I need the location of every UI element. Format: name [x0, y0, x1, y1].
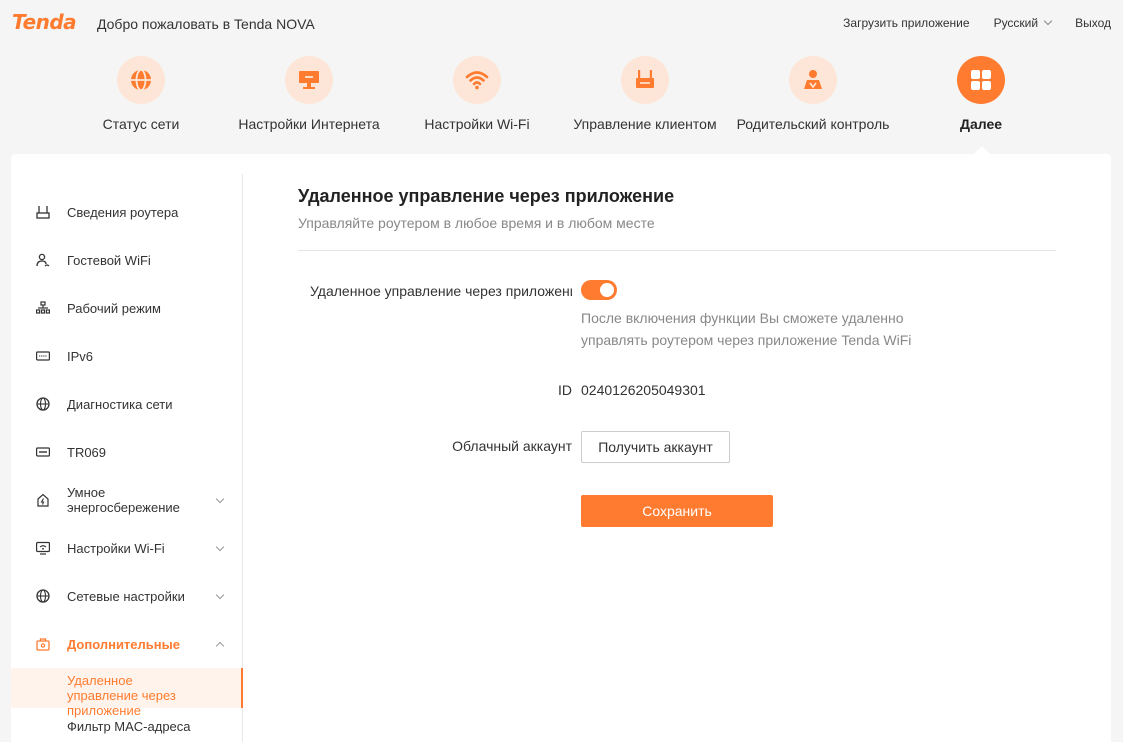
chevron-down-icon [215, 542, 225, 551]
advanced-icon [36, 638, 50, 651]
router-small-icon [36, 206, 50, 219]
sidebar-item-network-settings[interactable]: Сетевые настройки [11, 572, 243, 620]
sidebar-item-router-info[interactable]: Сведения роутера [11, 188, 243, 236]
sidebar-item-advanced[interactable]: Дополнительные [11, 620, 243, 668]
id-value: 0240126205049301 [581, 382, 706, 398]
guest-icon [36, 253, 50, 267]
sidebar-item-wifi-settings[interactable]: Настройки Wi-Fi [11, 524, 243, 572]
chevron-down-icon [215, 494, 225, 503]
language-select[interactable]: Русский [994, 16, 1053, 30]
sidebar-item-work-mode[interactable]: Рабочий режим [11, 284, 243, 332]
cloud-account-label: Облачный аккаунт [452, 438, 572, 454]
chevron-up-icon [215, 641, 225, 650]
sidebar-subitem-mac-filter[interactable]: Фильтр MAC-адреса [11, 714, 243, 742]
toggle-knob [600, 283, 614, 297]
remote-control-hint: После включения функции Вы сможете удале… [581, 310, 912, 348]
page-subtitle: Управляйте роутером в любое время и в лю… [298, 215, 655, 231]
tr069-icon [36, 447, 50, 457]
welcome-text: Добро пожаловать в Tenda NOVA [97, 16, 315, 32]
nav-wifi-settings[interactable]: Настройки Wi-Fi [397, 56, 557, 132]
sidebar-item-ipv6[interactable]: IPv6 [11, 332, 243, 380]
tenda-logo[interactable]: Tenda [12, 10, 77, 34]
id-label: ID [558, 382, 572, 398]
sidebar-item-energy-saving[interactable]: Умное энергосбережение [11, 476, 243, 524]
grid-icon [971, 70, 991, 90]
nav-client-management[interactable]: Управление клиентом [565, 56, 725, 132]
remote-control-toggle[interactable] [581, 280, 617, 300]
router-icon [636, 70, 654, 88]
energy-icon [37, 493, 49, 507]
nav-internet-settings[interactable]: Настройки Интернета [229, 56, 389, 132]
active-nav-pointer [974, 146, 990, 154]
sitemap-icon [36, 301, 50, 314]
monitor-icon [299, 71, 319, 89]
main-panel: Сведения роутера Гостевой WiFi Рабочий р… [11, 154, 1111, 742]
save-button[interactable]: Сохранить [581, 495, 773, 527]
top-actions: Загрузить приложение Русский Выход [819, 16, 1111, 30]
sidebar-subitem-remote-app[interactable]: Удаленное управление через приложение [11, 668, 243, 718]
chevron-down-icon [215, 590, 225, 599]
nav-more[interactable]: Далее [901, 56, 1061, 132]
divider [298, 250, 1056, 251]
wifi-icon [465, 71, 489, 90]
network-icon [36, 589, 50, 603]
main-nav: Статус сети Настройки Интернета Настройк… [0, 56, 1123, 152]
nav-parental-control[interactable]: Родительский контроль [733, 56, 893, 132]
sidebar-item-tr069[interactable]: TR069 [11, 428, 243, 476]
sidebar-item-diagnostics[interactable]: Диагностика сети [11, 380, 243, 428]
sidebar-item-guest-wifi[interactable]: Гостевой WiFi [11, 236, 243, 284]
top-bar: Tenda Добро пожаловать в Tenda NOVA Загр… [0, 0, 1123, 46]
download-app-link[interactable]: Загрузить приложение [843, 16, 969, 30]
chevron-down-icon [1043, 16, 1053, 26]
logout-link[interactable]: Выход [1075, 16, 1111, 30]
page-title: Удаленное управление через приложение [298, 186, 675, 206]
globe-small-icon [36, 397, 50, 411]
ipv6-icon [36, 351, 50, 361]
nav-network-status[interactable]: Статус сети [61, 56, 221, 132]
wifi-settings-icon [36, 541, 50, 555]
get-account-button[interactable]: Получить аккаунт [581, 431, 730, 463]
globe-icon [131, 69, 151, 91]
remote-control-label: Удаленное управление через приложение [310, 283, 572, 299]
parent-icon [804, 70, 822, 89]
sidebar: Сведения роутера Гостевой WiFi Рабочий р… [11, 174, 243, 742]
